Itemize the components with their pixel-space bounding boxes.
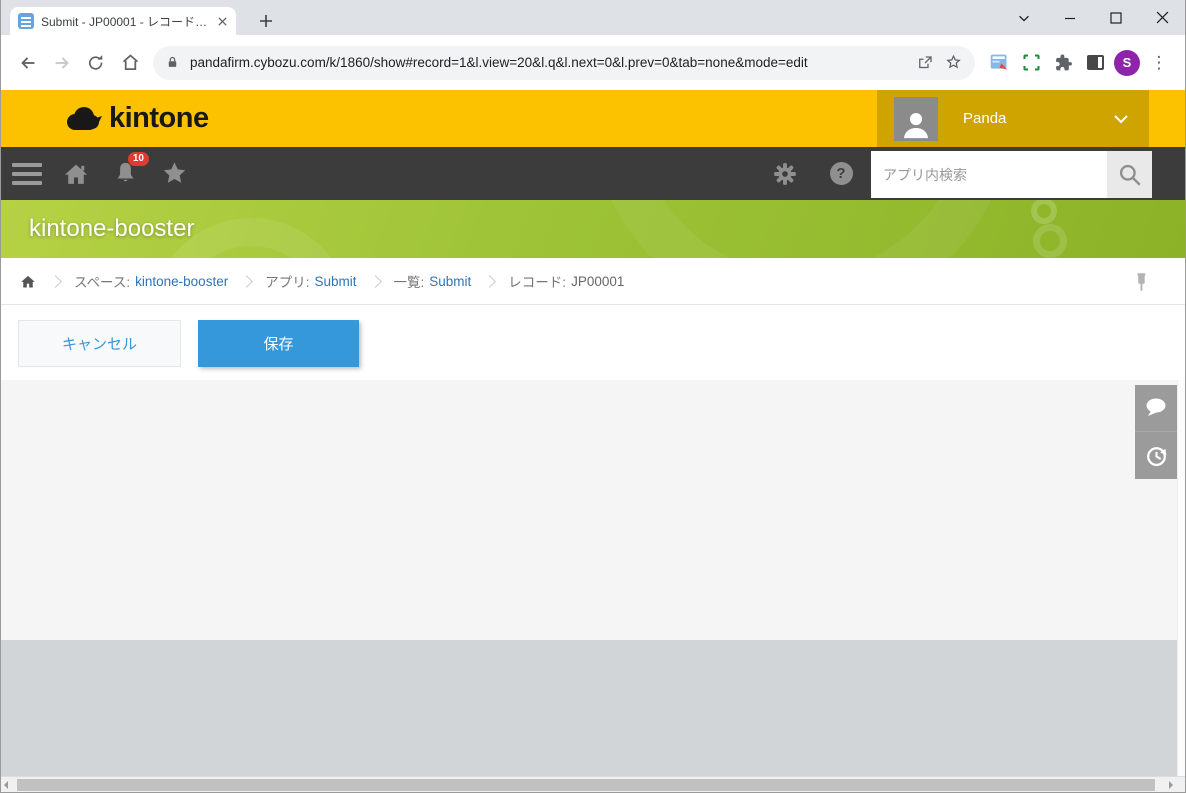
profile-avatar[interactable]: S bbox=[1111, 47, 1143, 79]
space-banner: kintone-booster bbox=[1, 200, 1185, 258]
breadcrumb-label: 一覧: bbox=[394, 271, 425, 291]
cloud-icon bbox=[63, 105, 103, 133]
browser-window: Submit - JP00001 - レコードの詳細 bbox=[0, 0, 1186, 793]
logo-text: kintone bbox=[109, 102, 209, 135]
favorites-star-icon[interactable] bbox=[158, 156, 190, 192]
user-name: Panda bbox=[963, 110, 1006, 127]
notifications-bell-icon[interactable]: 10 bbox=[109, 156, 141, 192]
portal-home-icon[interactable] bbox=[60, 156, 92, 192]
notification-badge: 10 bbox=[128, 152, 149, 166]
browser-menu-icon[interactable]: ⋮ bbox=[1143, 47, 1175, 79]
side-tools bbox=[1135, 385, 1177, 479]
url-bar[interactable]: pandafirm.cybozu.com/k/1860/show#record=… bbox=[153, 46, 975, 80]
kintone-logo[interactable]: kintone bbox=[63, 90, 209, 147]
extension-icon-green-brackets[interactable] bbox=[1015, 47, 1047, 79]
breadcrumb-current-record: JP00001 bbox=[571, 274, 624, 289]
close-button[interactable] bbox=[1139, 0, 1185, 35]
breadcrumb: スペース: kintone-booster アプリ: Submit 一覧: Su… bbox=[1, 258, 1185, 305]
settings-gear-icon[interactable] bbox=[769, 156, 801, 192]
breadcrumb-home-icon[interactable] bbox=[19, 273, 37, 290]
scroll-right-icon[interactable] bbox=[1169, 781, 1173, 789]
back-button[interactable] bbox=[11, 46, 45, 80]
scrollbar-thumb[interactable] bbox=[17, 779, 1155, 791]
history-icon bbox=[1143, 442, 1170, 469]
reload-button[interactable] bbox=[79, 46, 113, 80]
url-text[interactable]: pandafirm.cybozu.com/k/1860/show#record=… bbox=[190, 55, 906, 70]
vertical-scrollbar[interactable] bbox=[1177, 380, 1185, 776]
app-toolbar: 10 ? bbox=[1, 147, 1185, 200]
window-controls bbox=[1001, 0, 1185, 35]
tab-close-icon[interactable] bbox=[217, 16, 228, 27]
comments-button[interactable] bbox=[1135, 385, 1177, 432]
browser-toolbar: pandafirm.cybozu.com/k/1860/show#record=… bbox=[1, 35, 1185, 90]
save-button[interactable]: 保存 bbox=[198, 320, 359, 367]
extensions-puzzle-icon[interactable] bbox=[1047, 47, 1079, 79]
search-icon bbox=[1117, 162, 1143, 188]
breadcrumb-separator-icon bbox=[49, 275, 62, 288]
help-icon[interactable]: ? bbox=[825, 156, 857, 192]
chevron-down-icon bbox=[1113, 114, 1129, 124]
kintone-header: kintone Panda bbox=[1, 90, 1185, 147]
space-title[interactable]: kintone-booster bbox=[29, 200, 194, 258]
user-menu[interactable]: Panda bbox=[877, 90, 1149, 147]
breadcrumb-separator-icon bbox=[483, 275, 496, 288]
browser-tab[interactable]: Submit - JP00001 - レコードの詳細 bbox=[10, 7, 236, 35]
breadcrumb-separator-icon bbox=[369, 275, 382, 288]
user-avatar bbox=[894, 97, 938, 141]
breadcrumb-separator-icon bbox=[240, 275, 253, 288]
extension-icon-blue[interactable] bbox=[983, 47, 1015, 79]
lock-icon bbox=[165, 55, 180, 70]
breadcrumb-label: レコード: bbox=[508, 271, 566, 291]
decor-ring bbox=[591, 200, 1011, 258]
breadcrumb-label: アプリ: bbox=[265, 271, 309, 291]
cancel-button[interactable]: キャンセル bbox=[18, 320, 181, 367]
maximize-button[interactable] bbox=[1093, 0, 1139, 35]
page-background bbox=[1, 640, 1185, 776]
home-button[interactable] bbox=[113, 46, 147, 80]
window-titlebar: Submit - JP00001 - レコードの詳細 bbox=[1, 0, 1185, 35]
side-panel-icon[interactable] bbox=[1079, 47, 1111, 79]
history-button[interactable] bbox=[1135, 432, 1177, 479]
record-form: ID Area* JP US FR Name Salesperson bbox=[1, 380, 1185, 640]
new-tab-button[interactable] bbox=[253, 8, 279, 34]
breadcrumb-link-app[interactable]: Submit bbox=[314, 274, 356, 289]
breadcrumb-link-view[interactable]: Submit bbox=[429, 274, 471, 289]
app-search-button[interactable] bbox=[1107, 151, 1152, 198]
breadcrumb-label: スペース: bbox=[74, 271, 130, 291]
app-search-box bbox=[871, 151, 1152, 198]
scroll-left-icon[interactable] bbox=[4, 781, 8, 789]
record-action-bar: キャンセル 保存 bbox=[1, 306, 1185, 380]
menu-hamburger-icon[interactable] bbox=[11, 156, 43, 192]
app-search-input[interactable] bbox=[871, 151, 1107, 198]
share-icon[interactable] bbox=[916, 54, 934, 72]
decor-ring bbox=[1033, 224, 1067, 258]
pin-icon[interactable] bbox=[1127, 268, 1155, 296]
horizontal-scrollbar[interactable] bbox=[1, 776, 1185, 793]
breadcrumb-link-space[interactable]: kintone-booster bbox=[135, 274, 228, 289]
minimize-button[interactable] bbox=[1047, 0, 1093, 35]
bookmark-star-icon[interactable] bbox=[944, 53, 963, 72]
tab-search-chevron-icon[interactable] bbox=[1001, 0, 1047, 35]
kintone-favicon-icon bbox=[18, 13, 34, 29]
decor-ring bbox=[1031, 200, 1057, 224]
tab-title: Submit - JP00001 - レコードの詳細 bbox=[41, 13, 210, 30]
comment-icon bbox=[1142, 395, 1170, 421]
forward-button[interactable] bbox=[45, 46, 79, 80]
